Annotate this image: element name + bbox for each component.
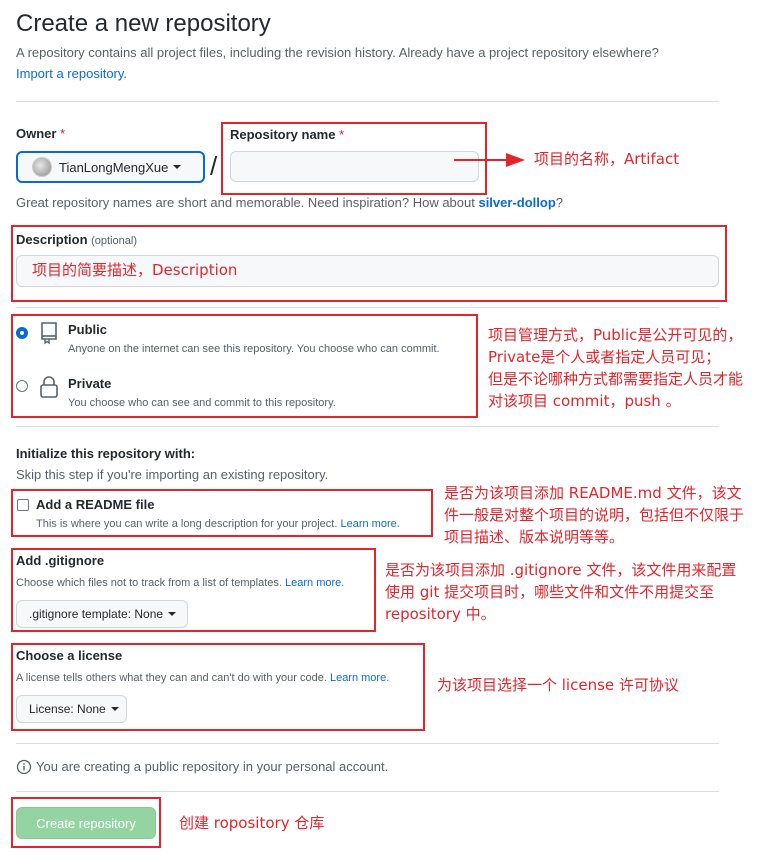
divider	[16, 743, 719, 744]
owner-avatar	[32, 157, 52, 177]
chevron-down-icon	[168, 612, 177, 616]
annotation-license: 为该项目选择一个 license 许可协议	[437, 676, 679, 694]
gitignore-select[interactable]: .gitignore template: None	[16, 600, 188, 628]
page-title: Create a new repository	[16, 10, 271, 37]
annotation-visibility: 项目管理方式，Public是公开可见的， Private是个人或者指定人员可见；…	[488, 326, 744, 410]
init-title: Initialize this repository with:	[16, 446, 196, 461]
annotation-gitignore: 是否为该项目添加 .gitignore 文件，该文件用来配置 使用 git 提交…	[385, 561, 737, 623]
divider	[16, 791, 719, 792]
private-description: You choose who can see and commit to thi…	[68, 397, 336, 409]
divider	[16, 426, 719, 427]
description-label: Description (optional)	[16, 232, 137, 247]
owner-repo-separator: /	[210, 151, 218, 181]
import-line: Import a repository.	[16, 66, 128, 81]
page-subtitle: A repository contains all project files,…	[16, 45, 659, 60]
chevron-down-icon	[110, 707, 119, 711]
repo-icon	[41, 322, 57, 345]
name-hint: Great repository names are short and mem…	[16, 195, 563, 210]
info-icon	[16, 759, 32, 775]
gitignore-title: Add .gitignore	[16, 553, 105, 568]
import-repository-link[interactable]: Import a repository	[16, 66, 123, 81]
owner-label: Owner *	[16, 126, 66, 141]
license-select[interactable]: License: None	[16, 695, 127, 723]
chevron-down-icon	[173, 165, 182, 169]
owner-select[interactable]: TianLongMengXue	[16, 151, 205, 183]
owner-name: TianLongMengXue	[59, 159, 169, 175]
description-input-value: 项目的简要描述，Description	[32, 261, 238, 279]
readme-checkbox[interactable]	[17, 499, 29, 511]
readme-label: Add a README file	[36, 497, 155, 512]
private-radio[interactable]	[16, 380, 28, 392]
public-radio[interactable]	[16, 327, 28, 339]
gitignore-learn-more-link[interactable]: Learn more.	[285, 577, 344, 589]
divider	[16, 307, 719, 308]
init-subtitle: Skip this step if you're importing an ex…	[16, 467, 329, 482]
public-description: Anyone on the internet can see this repo…	[68, 343, 440, 355]
annotation-arrow-icon	[454, 153, 525, 167]
annotation-name: 项目的名称，Artifact	[534, 150, 680, 168]
suggestion-link[interactable]: silver-dollop	[478, 195, 555, 210]
readme-description: This is where you can write a long descr…	[36, 518, 400, 530]
gitignore-description: Choose which files not to track from a l…	[16, 577, 345, 589]
repo-name-label: Repository name *	[230, 127, 345, 142]
lock-icon	[40, 376, 58, 398]
repo-name-input[interactable]	[230, 151, 479, 182]
license-learn-more-link[interactable]: Learn more.	[330, 672, 389, 684]
annotation-create: 创建 ropository 仓库	[179, 814, 325, 832]
create-repository-button[interactable]: Create repository	[16, 807, 156, 839]
private-label: Private	[68, 376, 112, 391]
public-label: Public	[68, 322, 108, 337]
license-description: A license tells others what they can and…	[16, 672, 390, 684]
public-notice: You are creating a public repository in …	[36, 759, 389, 774]
divider	[16, 101, 719, 102]
annotation-readme: 是否为该项目添加 README.md 文件，该文 件一般是对整个项目的说明，包括…	[444, 484, 745, 546]
readme-learn-more-link[interactable]: Learn more.	[340, 518, 399, 530]
license-title: Choose a license	[16, 648, 123, 663]
